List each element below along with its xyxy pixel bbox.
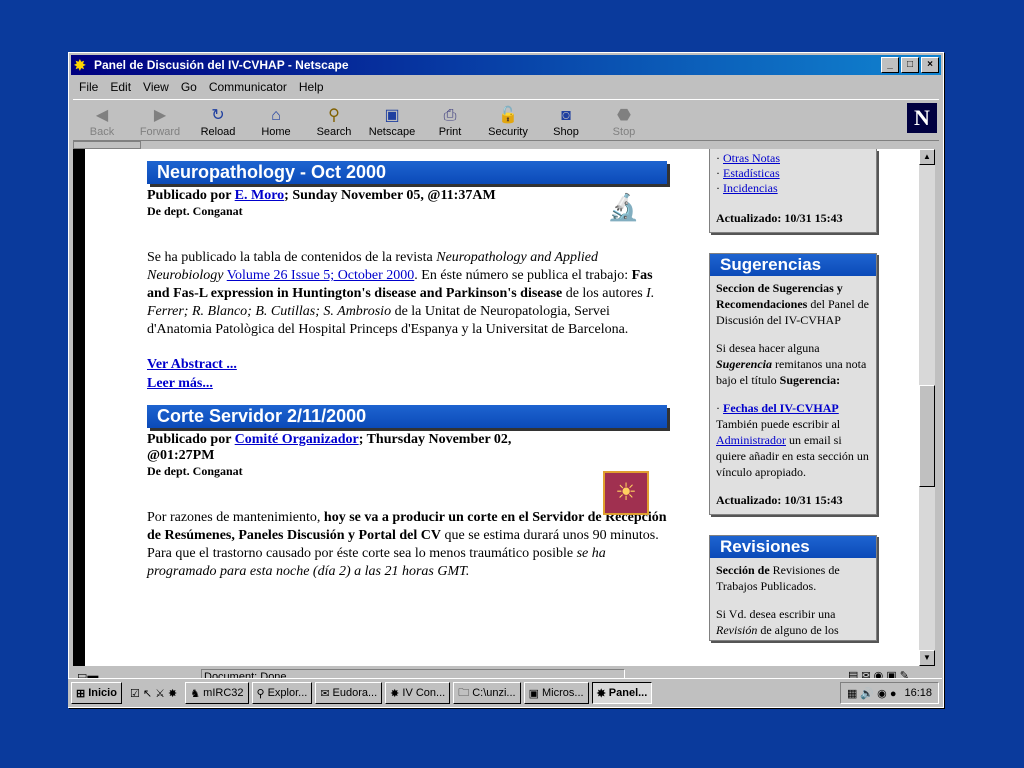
author-link-1[interactable]: E. Moro [235,188,285,203]
sugerencias-updated: Actualizado: 10/31 15:43 [716,493,843,507]
collapsed-location-bar[interactable] [73,141,141,149]
forward-button[interactable]: ▶ Forward [131,106,189,140]
forward-arrow-icon: ▶ [153,107,167,124]
administrador-link[interactable]: Administrador [716,433,786,447]
article-body-1: Se ha publicado la tabla de contenidos d… [147,250,655,337]
tray-icons[interactable]: ▦ 🔊 ◉ ● [847,687,897,700]
scroll-up-icon[interactable]: ▲ [919,149,935,165]
lock-icon: 🔓 [498,107,518,124]
notes-box: · Otras Notas · Estadísticas · Incidenci… [709,149,877,233]
task-micros[interactable]: ▣ Micros... [523,682,589,704]
task-eudora[interactable]: ✉ Eudora... [315,682,383,704]
vertical-scrollbar[interactable]: ▲ ▼ [919,149,935,666]
netscape-star-icon: ✸ [596,687,606,700]
netscape-logo[interactable]: N [907,103,937,133]
revisiones-box: Revisiones Sección de Revisiones de Trab… [709,535,877,641]
page-content: Neuropathology - Oct 2000 Publicado por … [73,149,919,666]
search-icon: ⚲ [328,107,340,124]
incidencias-link[interactable]: Incidencias [723,181,778,195]
article-body-2: Por razones de mantenimiento, hoy se va … [147,510,667,579]
sugerencias-title: Sugerencias [710,254,876,276]
shop-button[interactable]: ◙ Shop [537,106,595,140]
task-folder[interactable]: 🗀 C:\unzi... [453,682,521,704]
mirc-icon: ♞ [190,687,201,700]
close-button[interactable]: × [921,57,939,73]
article-meta-1: Publicado por E. Moro; Sunday November 0… [147,188,496,203]
menu-go[interactable]: Go [181,80,197,94]
menu-communicator[interactable]: Communicator [209,80,287,94]
printer-icon: ⎙ [443,107,457,124]
menu-bar: File Edit View Go Communicator Help [73,77,330,97]
article-topic-icon-1: 🔬 [607,193,640,222]
folder-icon: 🗀 [458,686,470,699]
title-bar[interactable]: ✸ Panel de Discusión del IV-CVHAP - Nets… [71,55,941,75]
leer-mas-link[interactable]: Leer más... [147,376,213,391]
notes-updated: Actualizado: 10/31 15:43 [716,211,843,225]
explorer-icon: ⚲ [256,687,265,700]
sugerencias-box: Sugerencias Seccion de Sugerencias y Rec… [709,253,877,515]
system-tray: ▦ 🔊 ◉ ● 16:18 [839,682,939,704]
scroll-thumb[interactable] [919,385,935,487]
window-icon: ▣ [528,687,539,700]
shopping-bag-icon: ◙ [561,107,571,124]
reload-button[interactable]: ↻ Reload [189,106,247,140]
start-button[interactable]: ⊞ Inicio [71,682,122,704]
menu-file[interactable]: File [79,80,98,94]
task-iv-con[interactable]: ✸ IV Con... [385,682,451,704]
article-dept-2: De dept. Conganat [147,464,243,478]
ver-abstract-link[interactable]: Ver Abstract ... [147,357,237,372]
clock: 16:18 [904,687,932,699]
netscape-star-icon: ✸ [74,57,86,73]
menu-view[interactable]: View [143,80,169,94]
menu-help[interactable]: Help [299,80,324,94]
windows-logo-icon: ⊞ [76,687,86,700]
task-panel[interactable]: ✸ Panel... [591,682,653,704]
otras-notas-link[interactable]: Otras Notas [723,151,780,165]
windows-taskbar: ⊞ Inicio ☑ ↖ ⚔ ✸ ♞ mIRC32 ⚲ Explor... ✉ Eudo… [68,678,942,707]
fechas-link[interactable]: Fechas del IV-CVHAP [723,401,839,415]
home-button[interactable]: ⌂ Home [247,106,305,140]
quick-launch[interactable]: ☑ ↖ ⚔ ✸ [125,682,182,704]
print-button[interactable]: ⎙ Print [421,106,479,140]
article-title-1: Neuropathology - Oct 2000 [147,161,667,184]
right-sidebar: · Otras Notas · Estadísticas · Incidenci… [709,149,877,641]
browser-window: ✸ Panel de Discusión del IV-CVHAP - Nets… [68,52,944,708]
article-dept-1: De dept. Conganat [147,204,243,218]
article-title-2: Corte Servidor 2/11/2000 [147,405,667,428]
nav-toolbar: ◀ Back ▶ Forward ↻ Reload ⌂ Home ⚲ Search ▣ Ne… [73,99,939,141]
volume-link[interactable]: Volume 26 Issue 5; October 2000 [227,268,415,283]
minimize-button[interactable]: _ [881,57,899,73]
article-topic-icon-2: ☀ [603,471,649,515]
news-column: Neuropathology - Oct 2000 Publicado por … [147,149,667,581]
author-link-2[interactable]: Comité Organizador [235,432,359,447]
back-button[interactable]: ◀ Back [73,106,131,140]
stop-button[interactable]: ⬣ Stop [595,106,653,140]
security-button[interactable]: 🔓 Security [479,106,537,140]
netscape-star-icon: ✸ [390,687,400,700]
task-explorer[interactable]: ⚲ Explor... [251,682,313,704]
stop-icon: ⬣ [617,107,631,124]
eudora-icon: ✉ [320,687,330,700]
back-arrow-icon: ◀ [95,107,109,124]
article-links-1: Ver Abstract ... Leer más... [147,355,667,393]
maximize-button[interactable]: □ [901,57,919,73]
article-meta-2: Publicado por Comité Organizador; Thursd… [147,432,512,463]
estadisticas-link[interactable]: Estadísticas [723,166,780,180]
task-mirc[interactable]: ♞ mIRC32 [185,682,249,704]
scroll-down-icon[interactable]: ▼ [919,650,935,666]
reload-icon: ↻ [211,107,225,124]
window-title: Panel de Discusión del IV-CVHAP - Netsca… [94,58,349,72]
netscape-icon: ▣ [384,107,400,124]
menu-edit[interactable]: Edit [110,80,131,94]
search-button[interactable]: ⚲ Search [305,106,363,140]
revisiones-title: Revisiones [710,536,876,558]
home-icon: ⌂ [271,107,281,124]
netscape-button[interactable]: ▣ Netscape [363,106,421,140]
